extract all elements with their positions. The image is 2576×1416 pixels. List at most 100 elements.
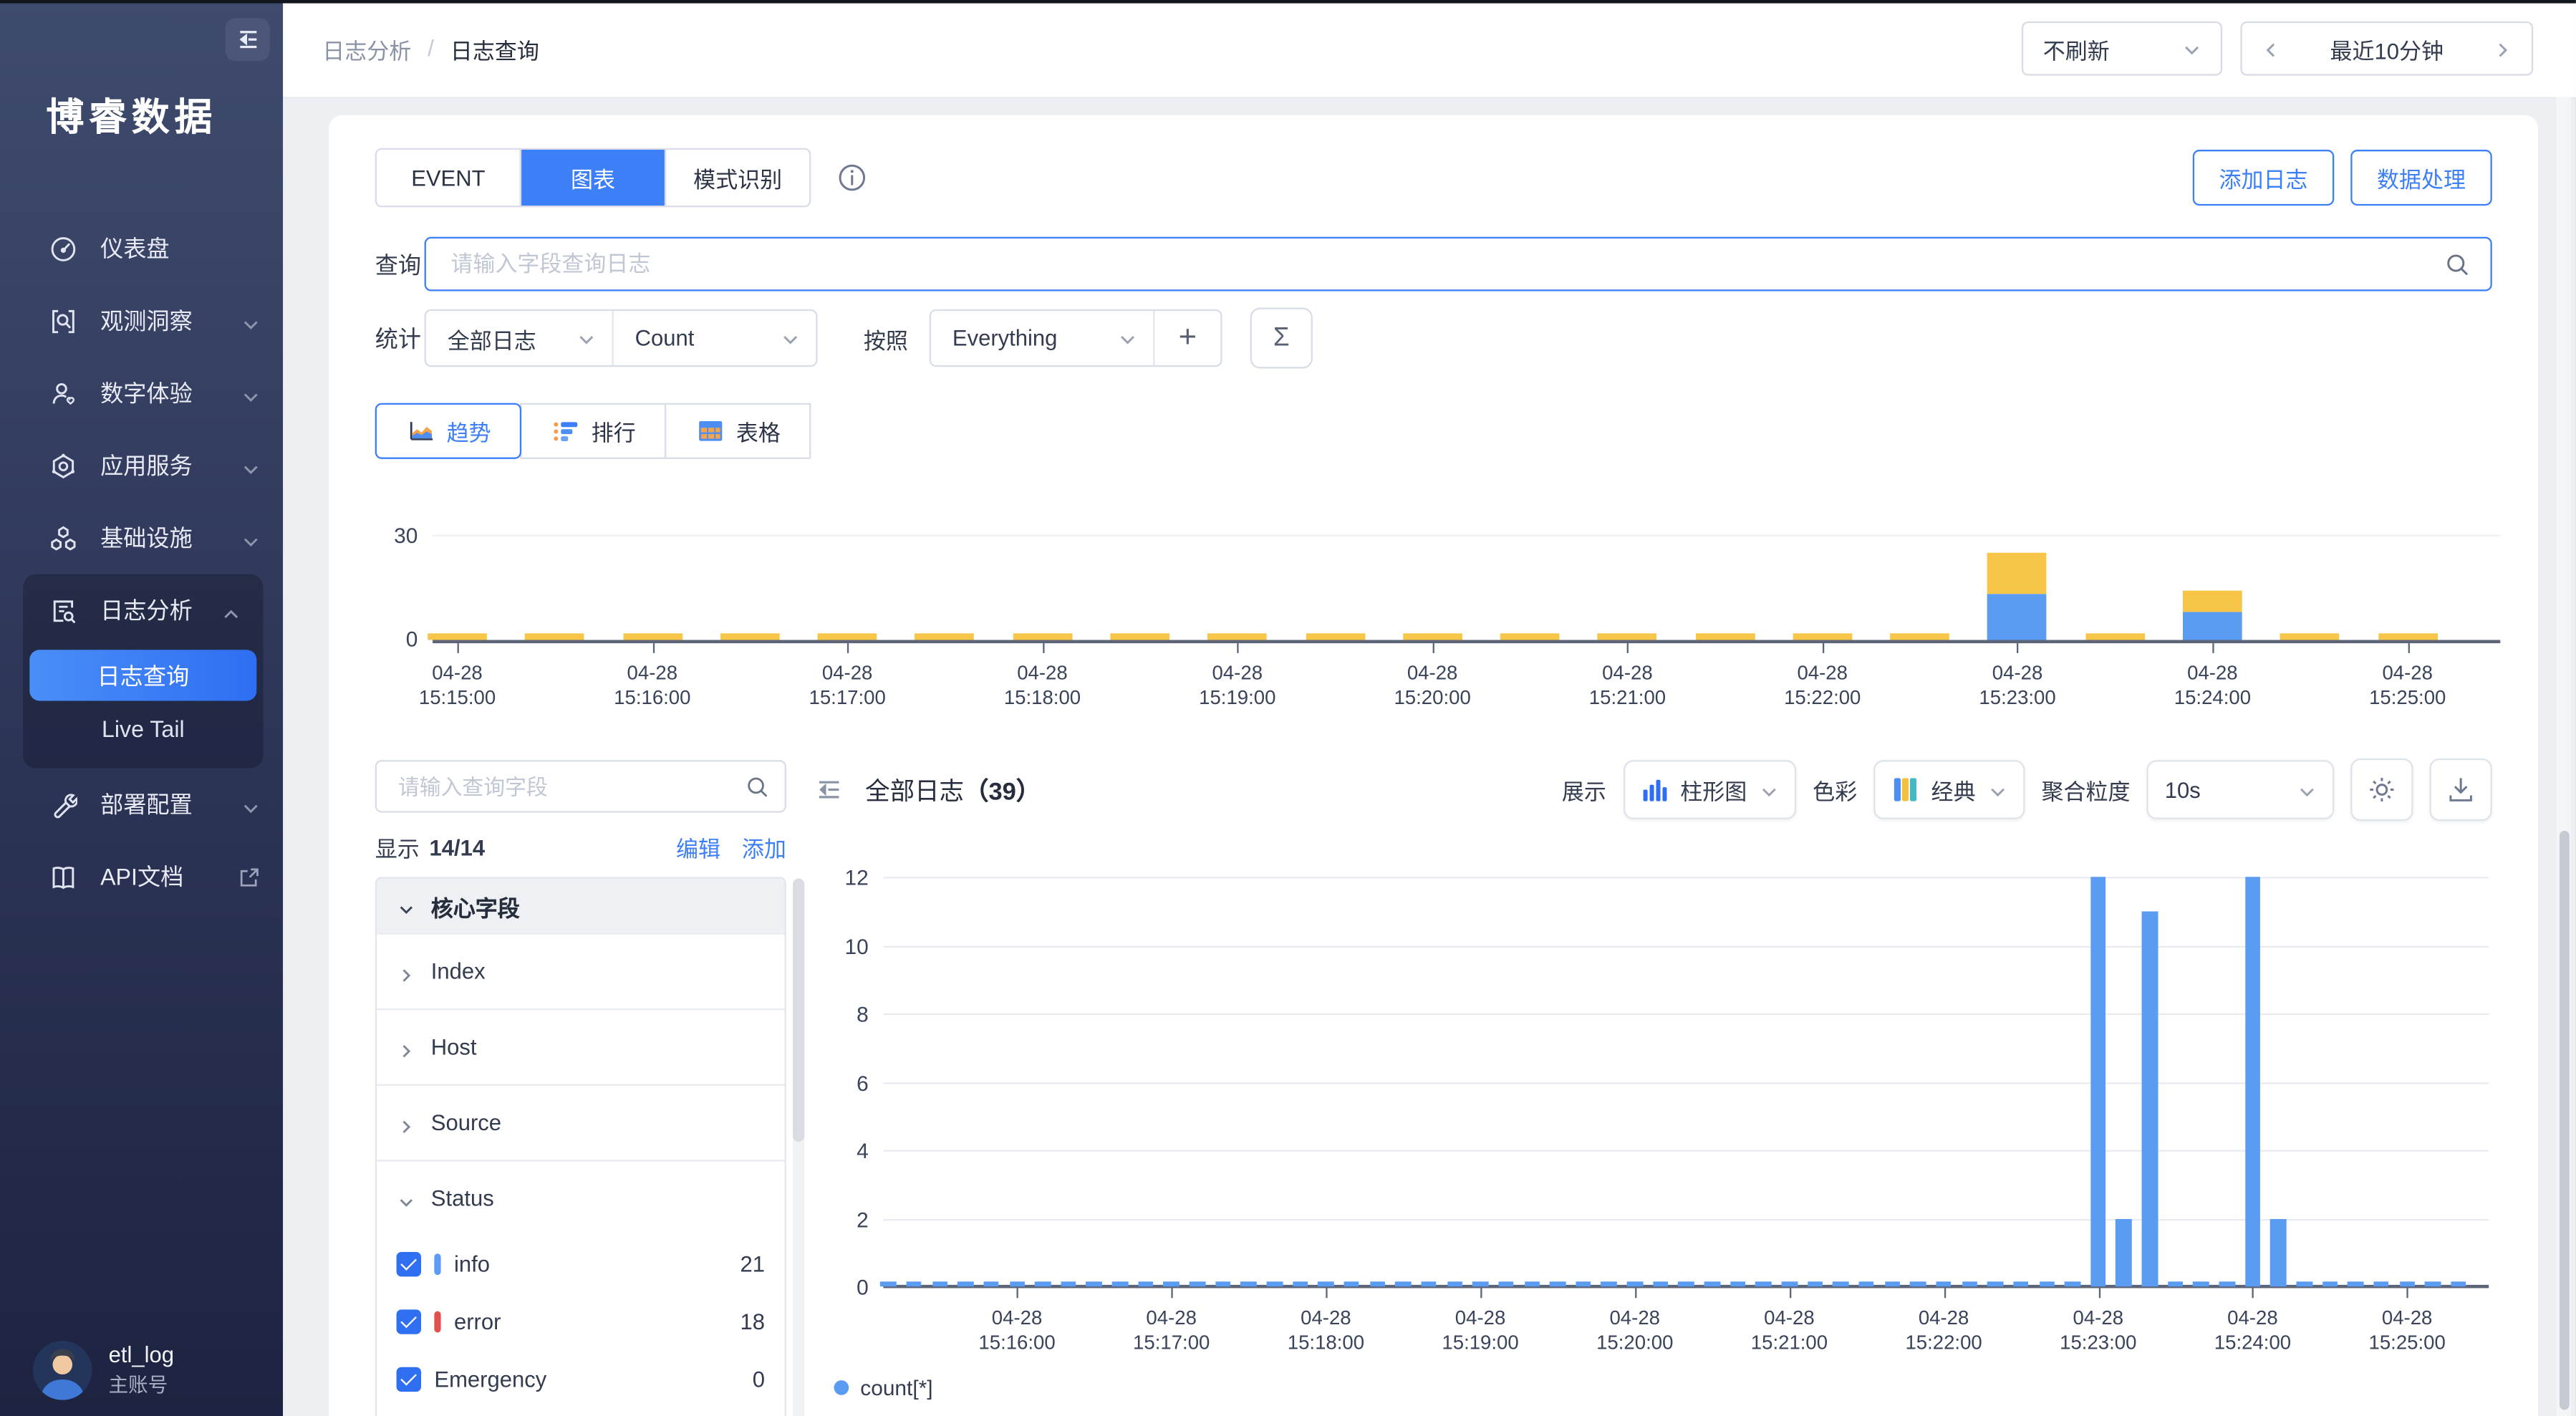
y-axis-label: 6 [814, 1070, 869, 1094]
settings-button[interactable] [2350, 758, 2413, 821]
count-bar [1576, 1281, 1591, 1286]
checkbox-checked[interactable] [397, 1252, 421, 1276]
field-row-index[interactable]: Index [377, 933, 785, 1008]
count-bar [2090, 877, 2106, 1286]
checkbox-checked[interactable] [397, 1367, 421, 1392]
info-icon[interactable] [837, 163, 867, 192]
count-bar [1241, 1281, 1257, 1286]
chevron-down-icon [1989, 781, 2007, 799]
count-bar [1550, 1281, 1566, 1286]
count-bar [1627, 1281, 1643, 1286]
header-controls: 不刷新 最近10分钟 [2022, 21, 2533, 76]
granularity-select[interactable]: 10s [2146, 760, 2334, 819]
page-scrollbar-thumb[interactable] [2559, 831, 2569, 1410]
data-process-button[interactable]: 数据处理 [2350, 150, 2492, 206]
sidebar-item-infrastructure[interactable]: 基础设施 [0, 502, 283, 574]
main-log-chart[interactable]: 12108642004-2815:16:0004-2815:17:0004-28… [814, 859, 2492, 1365]
chevron-right-icon[interactable] [2494, 39, 2512, 57]
field-group-core[interactable]: 核心字段 [377, 879, 785, 933]
add-log-button[interactable]: 添加日志 [2193, 150, 2335, 206]
chevron-left-icon[interactable] [2262, 39, 2280, 57]
field-group-status[interactable]: Status [377, 1160, 785, 1236]
count-bar [1910, 1281, 1926, 1286]
sidebar-item-label: 数字体验 [100, 377, 242, 410]
count-bar [1421, 1281, 1437, 1286]
count-bar [1086, 1281, 1102, 1286]
count-bar [2348, 1281, 2363, 1286]
trend-bar-yellow-segment [1306, 633, 1365, 640]
x-axis-tick [2252, 1288, 2254, 1298]
fields-scrollbar-thumb[interactable] [793, 879, 804, 1142]
external-link-icon [238, 866, 260, 887]
y-axis-label: 30 [375, 523, 418, 547]
trend-bar-yellow-segment [2378, 633, 2437, 640]
x-axis-label: 04-2815:21:00 [1553, 661, 1702, 711]
palette-select[interactable]: 经典 [1873, 760, 2025, 819]
tab-rank[interactable]: 排行 [520, 403, 666, 459]
add-group-by-button[interactable]: + [1153, 311, 1220, 365]
metric-value: Count [635, 326, 695, 350]
count-bar [1164, 1281, 1180, 1286]
scope-value: 全部日志 [448, 322, 536, 355]
breadcrumb-parent[interactable]: 日志分析 [322, 32, 411, 65]
trend-bar-yellow-segment [2280, 633, 2340, 640]
query-row: 查询 [375, 237, 2492, 292]
count-bar [1601, 1281, 1617, 1286]
sidebar-collapse-button[interactable] [226, 18, 270, 61]
field-search-input[interactable] [395, 772, 735, 800]
sidebar-item-log-analysis[interactable]: 日志分析 [23, 574, 263, 647]
refresh-interval-value: 不刷新 [2043, 32, 2110, 65]
count-bar [2245, 877, 2261, 1286]
x-axis-label: 04-2815:17:00 [1097, 1306, 1245, 1356]
fields-scrollbar[interactable] [793, 879, 804, 1416]
y-axis-label: 12 [814, 865, 869, 890]
tab-pattern[interactable]: 模式识别 [665, 150, 809, 206]
tab-event[interactable]: EVENT [377, 150, 520, 206]
checkbox-checked[interactable] [397, 1309, 421, 1334]
chevron-down-icon [242, 529, 260, 546]
log-panel-title: 全部日志（39） [865, 772, 1041, 806]
tab-table[interactable]: 表格 [665, 403, 811, 459]
count-bar [2142, 911, 2158, 1286]
add-field-link[interactable]: 添加 [742, 831, 786, 864]
sidebar-subitem-log-query[interactable]: 日志查询 [29, 650, 256, 700]
tab-trend[interactable]: 趋势 [375, 403, 521, 459]
tab-chart[interactable]: 图表 [520, 150, 665, 206]
collapse-panel-icon[interactable] [814, 775, 844, 804]
sidebar-item-digital-experience[interactable]: 数字体验 [0, 357, 283, 429]
sidebar-subitem-label: Live Tail [102, 715, 185, 741]
chart-type-select[interactable]: 柱形图 [1623, 760, 1796, 819]
download-button[interactable] [2430, 758, 2492, 821]
user-account[interactable]: etl_log 主账号 [33, 1341, 174, 1400]
group-by-select[interactable]: Everything [931, 311, 1153, 365]
metric-select[interactable]: Count [612, 311, 816, 365]
search-icon[interactable] [2444, 251, 2471, 278]
sidebar-item-deploy-config[interactable]: 部署配置 [0, 769, 283, 841]
chart-legend[interactable]: count[*] [814, 1375, 2492, 1400]
sidebar-item-observe[interactable]: 观测洞察 [0, 284, 283, 357]
field-row-label: Index [431, 959, 486, 983]
scope-select[interactable]: 全部日志 [426, 311, 612, 365]
status-label: error [454, 1309, 501, 1334]
time-range-picker[interactable]: 最近10分钟 [2240, 21, 2533, 76]
x-axis-tick [1326, 1288, 1327, 1298]
sidebar-item-dashboard[interactable]: 仪表盘 [0, 212, 283, 284]
refresh-interval-select[interactable]: 不刷新 [2022, 21, 2222, 76]
field-row-source[interactable]: Source [377, 1084, 785, 1160]
page-scrollbar[interactable] [2556, 97, 2571, 1416]
trend-chart[interactable]: 30004-2815:15:0004-2815:16:0004-2815:17:… [375, 505, 2492, 726]
sidebar-subitem-live-tail[interactable]: Live Tail [23, 700, 263, 755]
x-axis-tick [2212, 643, 2214, 653]
chart-controls: 展示 柱形图 [1562, 758, 2492, 821]
field-row-host[interactable]: Host [377, 1008, 785, 1084]
sigma-button[interactable]: Σ [1250, 308, 1313, 369]
edit-fields-link[interactable]: 编辑 [676, 831, 720, 864]
sidebar-item-app-service[interactable]: 应用服务 [0, 429, 283, 501]
sidebar-item-api-docs[interactable]: API文档 [0, 841, 283, 913]
count-bar [1009, 1281, 1025, 1286]
trend-bar-yellow-segment [1110, 633, 1169, 640]
count-bar [1267, 1281, 1283, 1286]
query-input[interactable] [448, 250, 2431, 278]
time-range-value: 最近10分钟 [2330, 32, 2444, 65]
search-icon[interactable] [745, 775, 769, 799]
